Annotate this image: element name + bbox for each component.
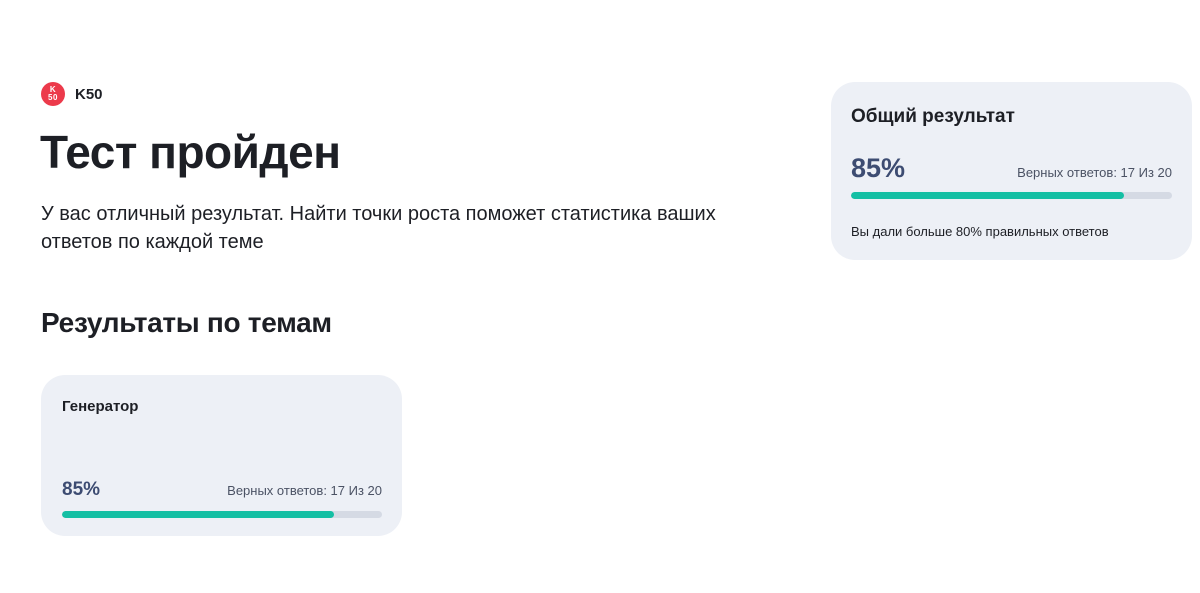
k50-logo-text: K 50 [48, 85, 58, 102]
page-subtitle: У вас отличный результат. Найти точки ро… [41, 203, 716, 253]
topic-title: Генератор [62, 398, 139, 415]
overall-result-note: Вы дали больше 80% правильных ответов [851, 224, 1109, 239]
topic-progress-bar [62, 511, 382, 518]
topic-progress-fill [62, 511, 334, 518]
overall-progress-bar [851, 192, 1172, 199]
k50-logo-icon: K 50 [41, 82, 65, 106]
page-title: Тест пройден [40, 126, 341, 178]
topic-answers: Верных ответов: 17 Из 20 [227, 483, 382, 498]
overall-progress-fill [851, 192, 1124, 199]
overall-result-answers: Верных ответов: 17 Из 20 [1017, 165, 1172, 180]
overall-result-title: Общий результат [851, 106, 1015, 127]
topic-card: Генератор 85% Верных ответов: 17 Из 20 [41, 375, 402, 536]
overall-result-card: Общий результат 85% Верных ответов: 17 И… [831, 82, 1192, 260]
brand: K 50 K50 [41, 82, 103, 106]
topic-percent: 85% [62, 479, 101, 500]
topic-stats: 85% Верных ответов: 17 Из 20 [62, 478, 382, 502]
brand-name: K50 [75, 85, 103, 103]
result-page: K 50 K50 Тест пройден У вас отличный резу… [0, 0, 1200, 593]
topics-section-title: Результаты по темам [41, 307, 332, 338]
overall-result-stats: 85% Верных ответов: 17 Из 20 [851, 152, 1172, 184]
overall-result-percent: 85% [851, 153, 906, 183]
